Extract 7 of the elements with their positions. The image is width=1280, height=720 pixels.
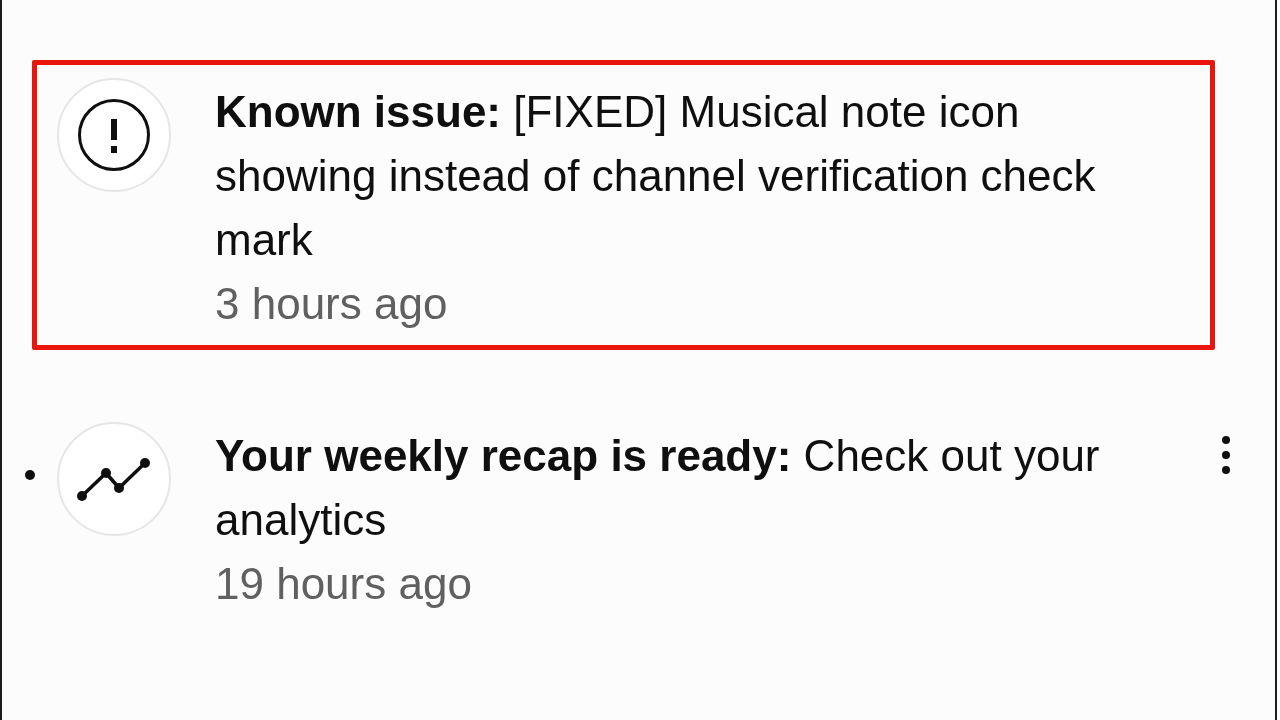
notification-text: Known issue: [FIXED] Musical note icon showing instead of channel verification check mark — [215, 86, 1097, 266]
exclamation-circle-icon — [57, 78, 171, 192]
line-chart-icon — [57, 422, 171, 536]
kebab-menu-icon — [1222, 436, 1230, 474]
notification-time: 3 hours ago — [215, 278, 449, 330]
notification-text: Your weekly recap is ready: Check out your analytics — [215, 430, 1101, 546]
notification-time: 19 hours ago — [215, 558, 473, 610]
